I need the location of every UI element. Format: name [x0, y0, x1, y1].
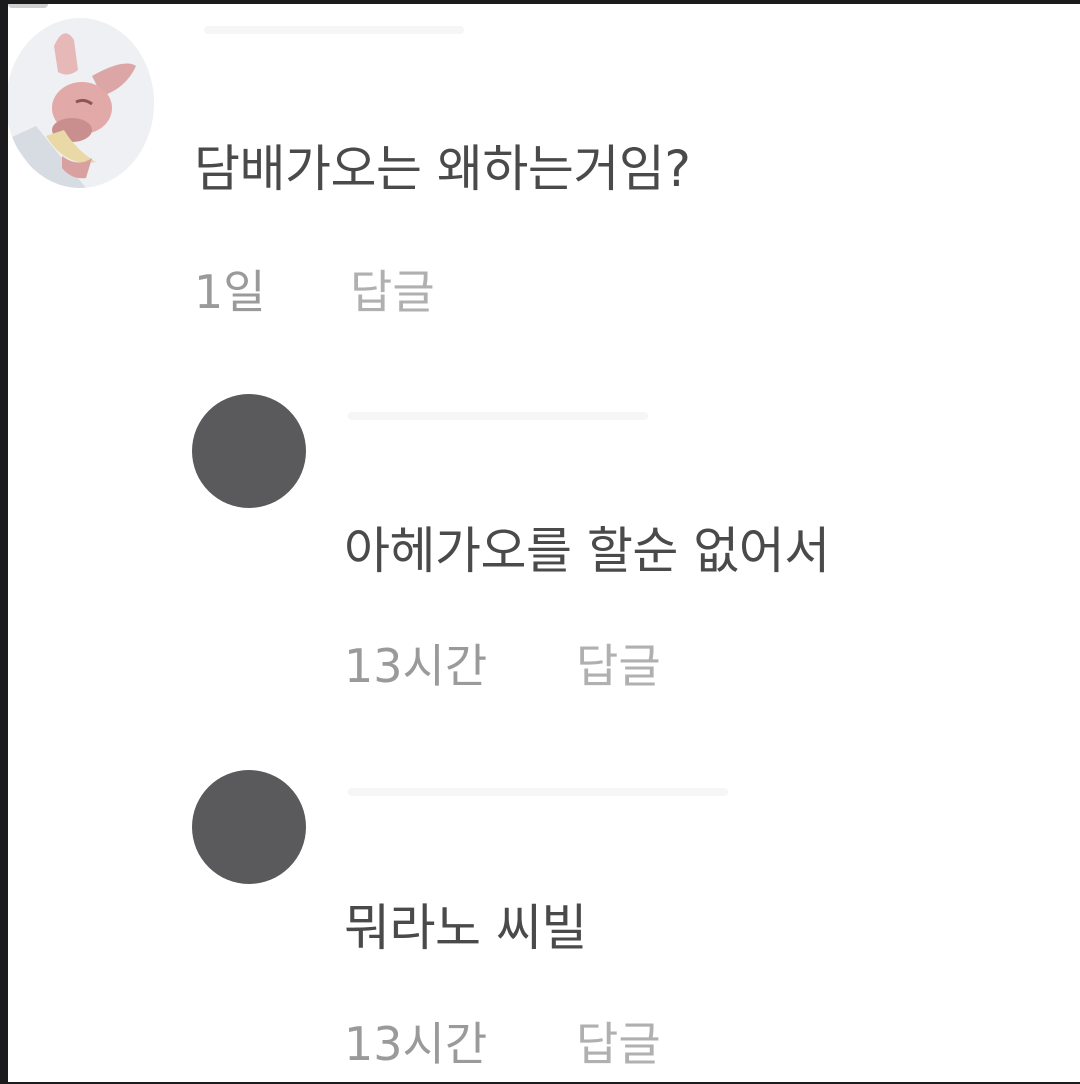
comment-text: 담배가오는 왜하는거임?	[194, 140, 691, 198]
reply-button[interactable]: 답글	[350, 256, 435, 322]
comment-timestamp: 13시간	[344, 639, 488, 693]
comment-thread: 담배가오는 왜하는거임? 1일 답글 아헤가오를 할순 없어서 13시간 답글 …	[8, 4, 1080, 1082]
comment-timestamp: 1일	[194, 265, 266, 319]
avatar[interactable]	[192, 770, 306, 884]
top-edge-divider	[8, 4, 48, 8]
avatar[interactable]	[8, 18, 154, 188]
comment-timestamp: 13시간	[344, 1017, 488, 1071]
username-redacted	[204, 26, 464, 34]
reply-button[interactable]: 답글	[576, 1008, 661, 1074]
username-redacted	[348, 412, 648, 420]
pink-rabbit-avatar-icon	[8, 18, 154, 188]
reply-button[interactable]: 답글	[576, 630, 661, 696]
username-redacted	[348, 788, 728, 796]
comment-text: 뭐라노 씨빌	[344, 899, 587, 957]
comment-text: 아헤가오를 할순 없어서	[344, 522, 830, 580]
avatar[interactable]	[192, 394, 306, 508]
